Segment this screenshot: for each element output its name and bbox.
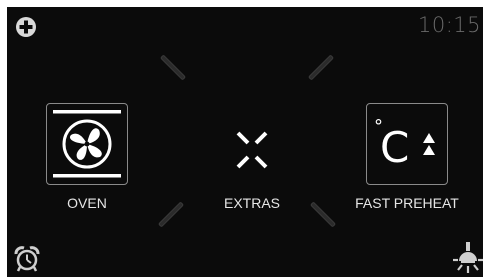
plus-button[interactable]	[15, 16, 37, 38]
alarm-button[interactable]	[13, 245, 41, 273]
fast-preheat-label: FAST PREHEAT	[355, 195, 459, 211]
oven-button[interactable]: OVEN	[37, 103, 137, 213]
fan-icon	[53, 110, 121, 178]
celsius-letter: C	[380, 123, 409, 172]
fast-preheat-button[interactable]: ° C FAST PREHEAT	[342, 103, 482, 213]
oven-icon-frame	[46, 103, 128, 185]
alarm-clock-icon	[14, 246, 40, 272]
decorative-divider	[309, 201, 337, 228]
clock-display: 10:15	[417, 13, 481, 37]
plus-circle-icon	[16, 17, 36, 37]
oven-light-icon	[453, 242, 483, 273]
extras-icon	[236, 131, 268, 169]
decorative-divider	[307, 54, 335, 81]
fast-preheat-icon: ° C	[374, 116, 435, 172]
extras-button[interactable]: EXTRAS	[202, 115, 302, 215]
oven-control-screen: 10:15 OVEN EXTRAS ° C FAST PREHEAT	[7, 7, 483, 277]
oven-light-button[interactable]	[453, 241, 483, 275]
extras-label: EXTRAS	[223, 195, 280, 211]
decorative-divider	[157, 201, 185, 228]
oven-label: OVEN	[67, 195, 107, 211]
fast-preheat-icon-frame: ° C	[366, 103, 448, 185]
decorative-divider	[159, 54, 187, 81]
